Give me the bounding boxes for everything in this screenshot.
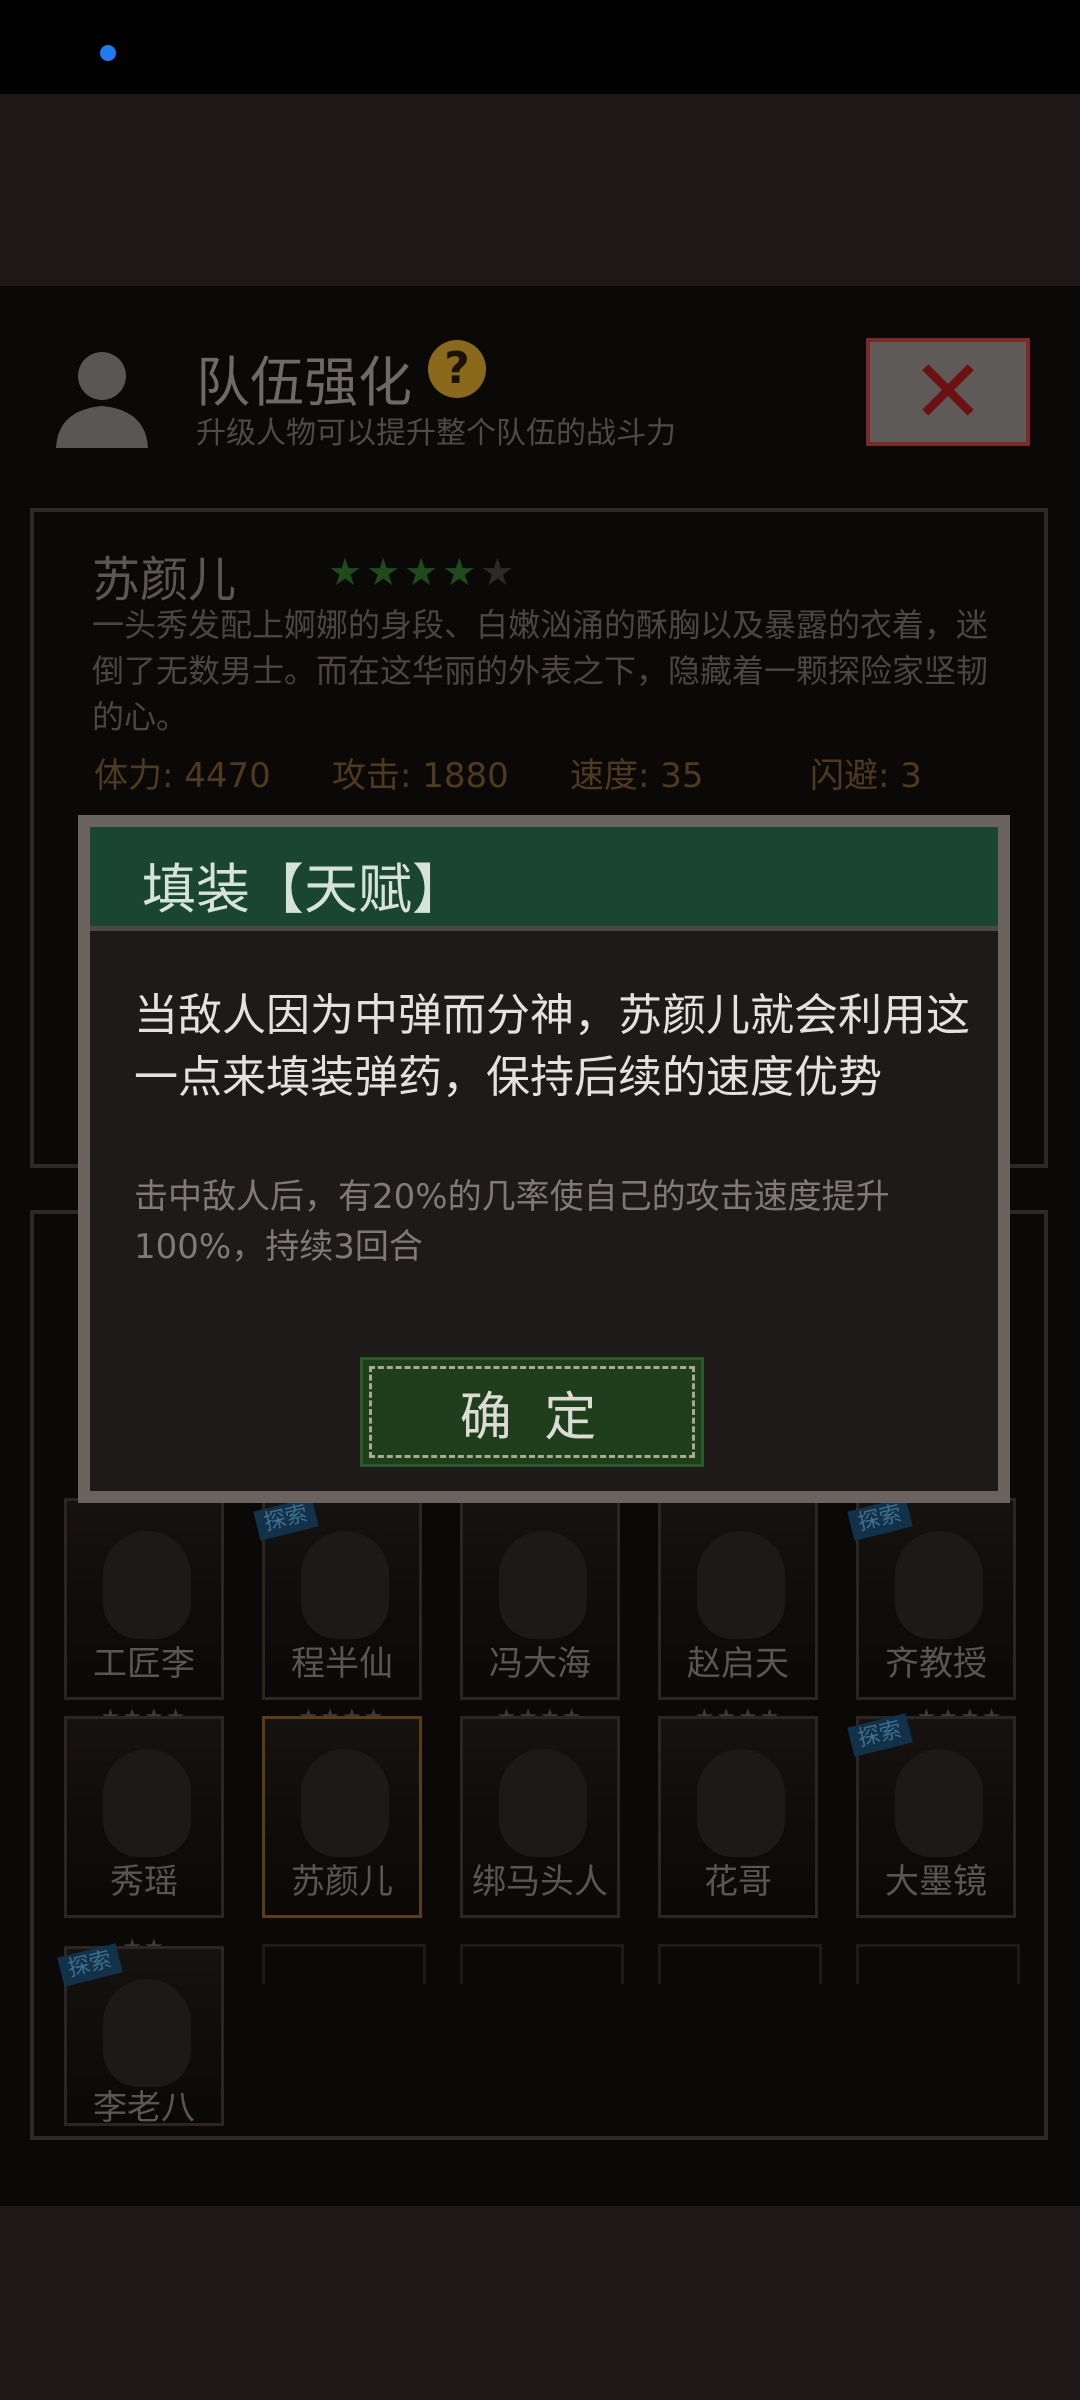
portrait <box>103 1531 191 1639</box>
card-label: 绑马头人 <box>472 1862 608 1902</box>
stat-stamina: 体力: 4470 <box>94 756 271 796</box>
bottom-band <box>0 2206 1080 2400</box>
portrait <box>301 1749 389 1857</box>
dialog-body: 当敌人因为中弹而分神，苏颜儿就会利用这一点来填装弹药，保持后续的速度优势 <box>134 990 970 1103</box>
stat-attack: 攻击: 1880 <box>332 756 509 796</box>
page-title: 队伍强化 <box>196 351 412 414</box>
character-card[interactable]: 花哥 <box>658 1716 818 1918</box>
portrait <box>697 1749 785 1857</box>
stat-speed: 速度: 35 <box>570 756 704 796</box>
top-band <box>0 94 1080 286</box>
character-card[interactable]: 绑马头人 <box>460 1716 620 1918</box>
dialog-header: 填装【天赋】 <box>90 827 998 931</box>
card-label: 秀瑶 <box>110 1862 178 1902</box>
character-card-selected[interactable]: 苏颜儿 <box>262 1716 422 1918</box>
portrait <box>697 1531 785 1639</box>
character-card[interactable]: 工匠李 <box>64 1498 224 1700</box>
empty-slot <box>658 1944 822 1984</box>
portrait <box>301 1531 389 1639</box>
portrait <box>499 1749 587 1857</box>
dialog-content: 填装【天赋】 当敌人因为中弹而分神，苏颜儿就会利用这一点来填装弹药，保持后续的速… <box>90 827 998 1491</box>
character-card[interactable]: 赵启天 <box>658 1498 818 1700</box>
card-label: 花哥 <box>704 1862 772 1902</box>
portrait <box>895 1749 983 1857</box>
empty-slot <box>262 1944 426 1984</box>
character-card[interactable]: 冯大海 <box>460 1498 620 1700</box>
character-description: 一头秀发配上婀娜的身段、白嫩汹涌的酥胸以及暴露的衣着，迷倒了无数男士。而在这华丽… <box>92 606 989 736</box>
status-bar <box>0 0 1080 94</box>
stat-dodge: 闪避: 3 <box>810 756 922 796</box>
talent-dialog: 填装【天赋】 当敌人因为中弹而分神，苏颜儿就会利用这一点来填装弹药，保持后续的速… <box>78 815 1010 1503</box>
star-empty-icon: ★ <box>480 550 519 594</box>
close-icon: ✕ <box>911 340 985 443</box>
portrait <box>499 1531 587 1639</box>
portrait <box>103 1749 191 1857</box>
star-icon: ★ <box>442 550 481 594</box>
close-button[interactable]: ✕ <box>866 338 1030 446</box>
star-icon: ★ <box>366 550 405 594</box>
star-icon: ★ <box>328 550 367 594</box>
dialog-effect-text: 击中敌人后，有20%的几率使自己的攻击速度提升100%，持续3回合 <box>134 1177 890 1267</box>
character-stars: ★★★★★ <box>328 550 518 594</box>
card-label: 赵启天 <box>687 1644 789 1684</box>
page-subtitle: 升级人物可以提升整个队伍的战斗力 <box>196 416 676 451</box>
card-label: 程半仙 <box>291 1644 393 1684</box>
help-icon[interactable]: ? <box>428 340 486 398</box>
card-label: 苏颜儿 <box>291 1862 393 1902</box>
team-avatar-icon <box>56 352 148 448</box>
notification-dot-icon <box>100 45 116 61</box>
card-label: 工匠李 <box>93 1644 195 1684</box>
star-icon: ★ <box>404 550 443 594</box>
character-name: 苏颜儿 <box>92 552 237 608</box>
portrait <box>103 1979 191 2087</box>
empty-slot <box>856 1944 1020 1984</box>
character-card[interactable]: 秀瑶 <box>64 1716 224 1918</box>
card-label: 大墨镜 <box>885 1862 987 1902</box>
card-label: 齐教授 <box>885 1644 987 1684</box>
confirm-button-label: 确 定 <box>369 1366 695 1458</box>
confirm-button[interactable]: 确 定 <box>360 1357 704 1467</box>
dialog-title: 填装【天赋】 <box>142 858 466 921</box>
card-label: 冯大海 <box>489 1644 591 1684</box>
empty-slot <box>460 1944 624 1984</box>
card-label: 李老八 <box>93 2088 195 2126</box>
portrait <box>895 1531 983 1639</box>
